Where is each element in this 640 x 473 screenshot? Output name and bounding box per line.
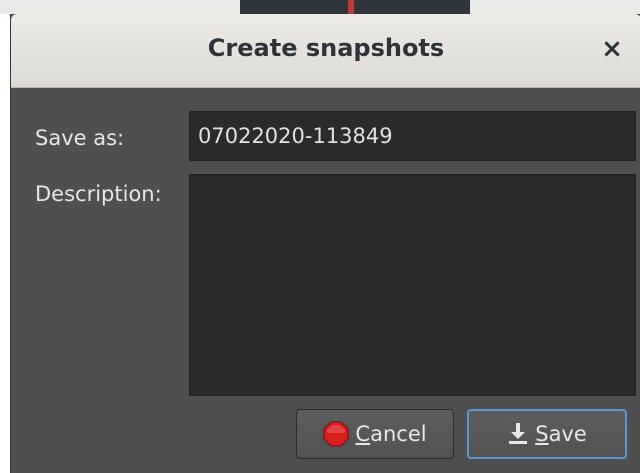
download-icon — [507, 421, 529, 447]
close-button[interactable]: × — [597, 34, 627, 64]
save-as-input[interactable]: 07022020-113849 — [189, 111, 636, 161]
dialog-titlebar: Create snapshots × — [11, 14, 640, 88]
stop-icon — [323, 421, 349, 447]
create-snapshots-dialog: Create snapshots × Save as: 07022020-113… — [10, 14, 640, 473]
close-icon: × — [601, 34, 623, 64]
save-label: Save — [535, 422, 587, 446]
cancel-button[interactable]: Cancel — [296, 409, 454, 459]
description-label: Description: — [35, 182, 162, 206]
description-textarea[interactable] — [189, 174, 636, 396]
dialog-title: Create snapshots — [207, 34, 445, 62]
cancel-label: Cancel — [355, 422, 427, 446]
background-window — [0, 0, 640, 14]
save-button[interactable]: Save — [467, 409, 627, 459]
save-as-label: Save as: — [35, 126, 125, 150]
